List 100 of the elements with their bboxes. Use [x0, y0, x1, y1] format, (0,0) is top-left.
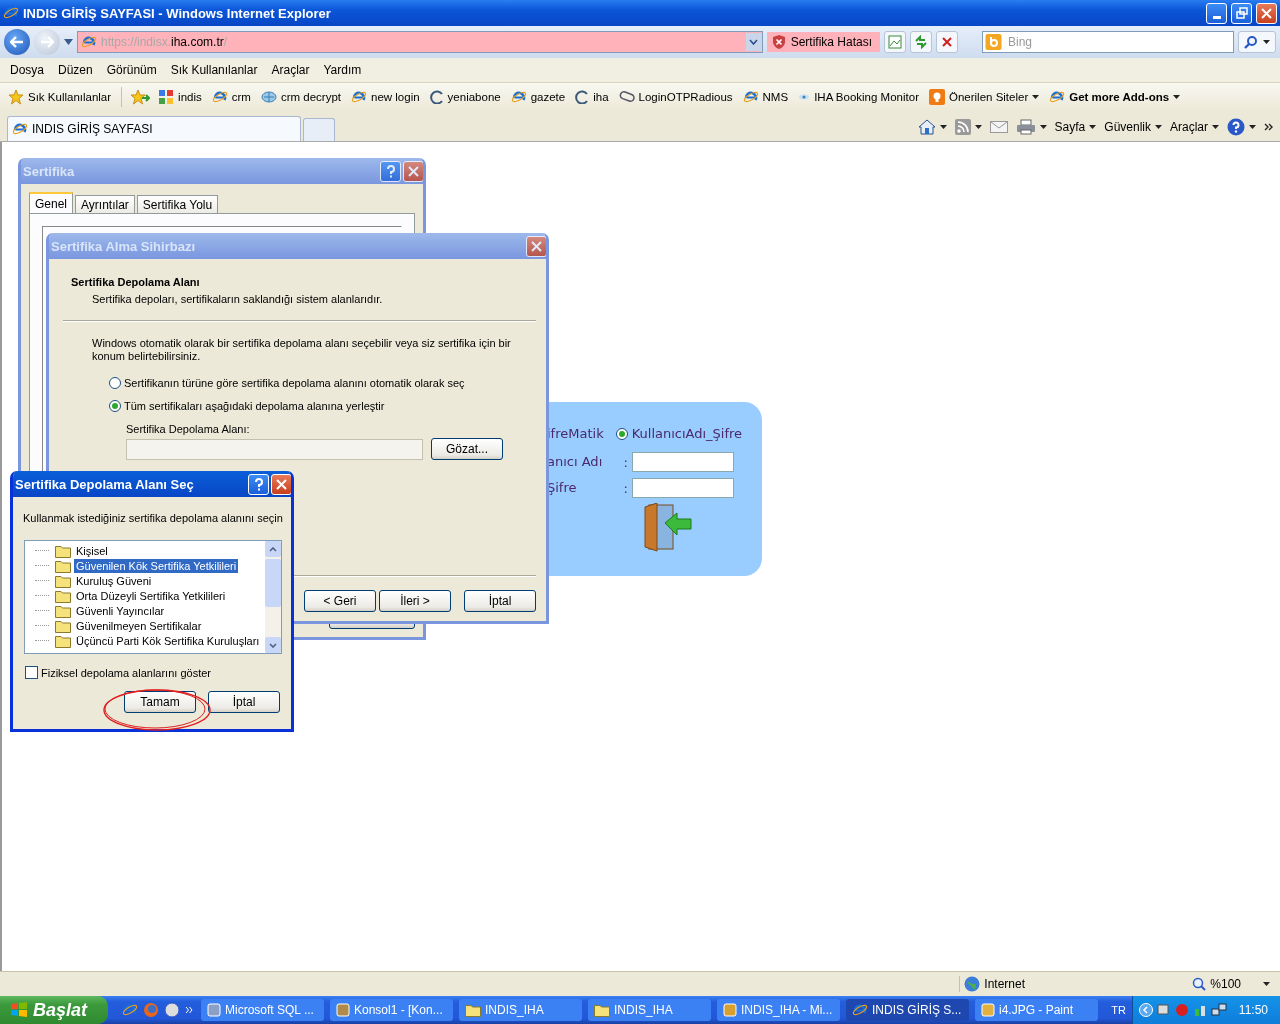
caret-icon — [1039, 125, 1047, 129]
tree-item[interactable]: Üçüncü Parti Kök Sertifika Kuruluşları — [74, 633, 262, 648]
star-icon — [8, 89, 24, 105]
help-button[interactable] — [248, 473, 269, 495]
address-dropdown-button[interactable] — [745, 33, 762, 51]
printer-icon[interactable] — [1015, 119, 1036, 135]
favorite-link[interactable]: Önerilen Siteler — [926, 89, 1042, 105]
search-icon — [1244, 35, 1258, 49]
favorite-link[interactable]: yeniabone — [427, 90, 503, 104]
close-button[interactable] — [1256, 2, 1277, 24]
tree-item[interactable]: Kişisel — [74, 543, 110, 558]
arc-icon — [429, 90, 444, 104]
minimize-icon — [1212, 15, 1221, 19]
app-icon — [207, 1003, 221, 1017]
restore-button[interactable] — [1231, 2, 1252, 24]
history-dropdown-icon[interactable] — [64, 39, 73, 45]
help-icon[interactable] — [1227, 118, 1245, 136]
taskbar-button[interactable]: INDIS GİRİŞ S... — [846, 999, 969, 1021]
back-button[interactable] — [4, 29, 30, 55]
close-icon — [1261, 7, 1272, 19]
colored-squares-icon — [158, 89, 175, 105]
command-menu[interactable]: Sayfa — [1054, 120, 1097, 134]
search-button[interactable] — [1238, 31, 1276, 53]
command-menu[interactable]: Güvenlik — [1104, 120, 1162, 134]
taskbar-button[interactable]: INDIS_IHA - Mi... — [717, 999, 840, 1021]
tree-item[interactable]: Kuruluş Güveni — [74, 573, 154, 588]
ie-launch-icon — [122, 1002, 138, 1018]
dialog-title: Sertifika Alma Sihirbazı — [51, 238, 196, 254]
command-menu[interactable]: Araçlar — [1170, 120, 1219, 134]
favorites-button[interactable]: Sık Kullanılanlar — [6, 89, 114, 105]
ie-page-icon — [211, 89, 228, 105]
favorite-link[interactable]: LoginOTPRadious — [616, 90, 735, 104]
tray-icon[interactable] — [1192, 1003, 1207, 1017]
windows-flag-icon — [10, 1002, 28, 1018]
menu-item[interactable]: Yardım — [316, 63, 369, 77]
ie-page-icon — [510, 89, 527, 105]
radio-button[interactable] — [615, 427, 628, 440]
certificate-error-button[interactable]: Sertifika Hatası — [766, 32, 880, 52]
refresh-button[interactable] — [910, 31, 932, 53]
tree-item[interactable]: Güvenli Yayıncılar — [74, 603, 167, 618]
favorite-link[interactable]: IHA Booking Monitor — [796, 91, 921, 103]
close-button[interactable] — [271, 473, 291, 495]
favorite-link[interactable]: NMS — [740, 89, 791, 105]
door-arrow-icon[interactable] — [643, 503, 693, 553]
language-indicator[interactable]: TR — [1105, 1004, 1132, 1016]
menu-item[interactable]: Araçlar — [264, 63, 317, 77]
scroll-down-icon[interactable] — [269, 642, 277, 648]
app-icon — [336, 1003, 350, 1017]
globe-icon — [260, 89, 277, 105]
network-icon[interactable] — [1210, 1003, 1227, 1017]
ie-page-icon — [1049, 89, 1066, 105]
favorite-link[interactable]: new login — [349, 89, 422, 105]
compatibility-button[interactable] — [884, 31, 906, 53]
minimize-button[interactable] — [1206, 2, 1227, 24]
dialog-button[interactable]: Tamam — [124, 691, 196, 713]
favorite-link[interactable]: Get more Add-ons — [1047, 89, 1183, 105]
tree-item[interactable]: Güvenilmeyen Sertifikalar — [74, 618, 204, 633]
scrollbar[interactable] — [265, 541, 281, 653]
favorite-link[interactable]: gazete — [508, 89, 568, 105]
dialog-button[interactable]: İptal — [208, 691, 280, 713]
radio-label: Tüm sertifikaları aşağıdaki depolama alanına yerleştir — [124, 400, 385, 412]
field-label: Sertifika Depolama Alanı: — [126, 423, 251, 435]
menu-item[interactable]: Dosya — [3, 63, 51, 77]
browser-tab[interactable]: INDIS GİRİŞ SAYFASI — [7, 116, 301, 141]
menu-item[interactable]: Düzen — [51, 63, 100, 77]
taskbar-button[interactable]: INDIS_IHA — [588, 999, 711, 1021]
folder-icon — [55, 558, 71, 573]
taskbar-button[interactable]: i4.JPG - Paint — [975, 999, 1098, 1021]
favorite-link[interactable]: indis — [156, 89, 204, 105]
app-icon[interactable] — [164, 1002, 180, 1018]
scroll-up-icon[interactable] — [269, 546, 277, 552]
start-button[interactable]: Başlat — [0, 996, 108, 1024]
folder-icon — [55, 603, 71, 618]
tray-icon[interactable] — [1156, 1003, 1171, 1017]
checkbox[interactable] — [25, 666, 38, 679]
input-field[interactable] — [632, 478, 734, 498]
menu-item[interactable]: Görünüm — [99, 63, 164, 77]
folder-icon — [465, 1003, 481, 1017]
close-icon — [531, 240, 542, 252]
tree-item[interactable]: Orta Düzeyli Sertifika Yetkilileri — [74, 588, 228, 603]
favorite-link[interactable]: iha — [573, 90, 611, 104]
window-title: INDIS GİRİŞ SAYFASI - Windows Internet Explorer — [23, 5, 332, 21]
address-field[interactable]: https://indisx.iha.com.tr/ — [77, 31, 763, 53]
tree-item[interactable]: Güvenilen Kök Sertifika Yetkilileri — [74, 558, 239, 573]
chevron-icon[interactable] — [1264, 123, 1274, 131]
favorite-link[interactable]: crm — [209, 89, 253, 105]
feed-icon[interactable] — [954, 119, 971, 135]
taskbar-button[interactable]: Konsol1 - [Kon... — [330, 999, 453, 1021]
menu-item[interactable]: Sık Kullanılanlar — [163, 63, 265, 77]
ie-icon — [12, 121, 28, 137]
stop-button[interactable] — [936, 31, 958, 53]
taskbar-button[interactable]: INDIS_IHA — [459, 999, 582, 1021]
zoom-control[interactable]: %100 — [1192, 977, 1270, 991]
input-field[interactable] — [632, 452, 734, 472]
mail-icon[interactable] — [989, 121, 1008, 133]
favorite-link[interactable]: crm decrypt — [258, 89, 343, 105]
home-icon[interactable] — [917, 119, 936, 135]
taskbar-button[interactable]: Microsoft SQL ... — [201, 999, 324, 1021]
add-favorite-icon[interactable] — [130, 89, 151, 105]
caret-icon — [1249, 125, 1256, 129]
